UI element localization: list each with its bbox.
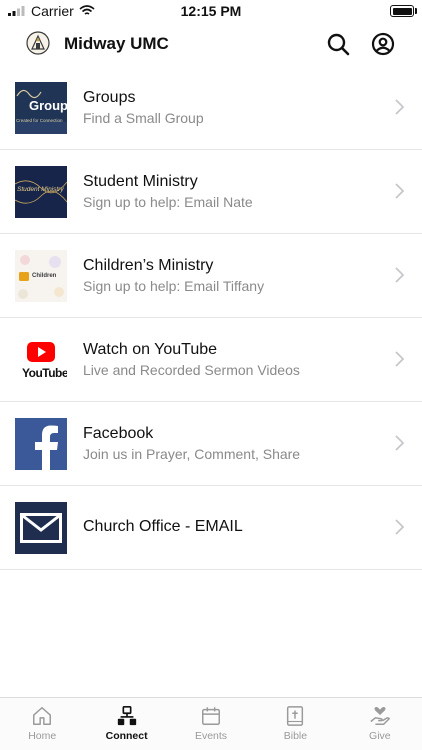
chevron-right-icon <box>395 435 404 451</box>
list-item-subtitle: Live and Recorded Sermon Videos <box>83 362 300 378</box>
connect-icon <box>117 706 136 726</box>
list-item-title: Church Office - EMAIL <box>83 518 243 535</box>
chevron-right-icon <box>395 351 404 367</box>
tab-label: Home <box>28 730 57 742</box>
facebook-thumbnail <box>15 418 67 470</box>
childrens-ministry-thumb-text: Children <box>32 273 57 279</box>
email-thumbnail <box>15 502 67 554</box>
list-item-subtitle: Sign up to help: Email Nate <box>83 194 253 210</box>
list-item-title: Watch on YouTube <box>83 341 218 358</box>
bottom-tab-bar: Home Connect Events Bible Give <box>0 697 422 750</box>
groups-thumb-caption: Created for Connection <box>16 118 63 123</box>
list-item-student-ministry[interactable]: Student Ministry Student Ministry Sign u… <box>0 150 422 234</box>
chevron-right-icon <box>395 183 404 199</box>
groups-thumbnail: Group Created for Connection <box>15 82 67 134</box>
search-icon[interactable] <box>326 32 350 56</box>
list-item-subtitle: Find a Small Group <box>83 110 204 126</box>
calendar-icon <box>202 707 220 725</box>
student-ministry-thumbnail: Student Ministry <box>15 166 67 218</box>
youtube-thumbnail: YouTube <box>15 334 67 386</box>
chevron-right-icon <box>395 99 404 115</box>
tab-connect[interactable]: Connect <box>84 698 168 750</box>
bible-icon <box>287 706 304 726</box>
tab-label: Bible <box>283 730 308 742</box>
list-item-youtube[interactable]: YouTube Watch on YouTube Live and Record… <box>0 318 422 402</box>
list-item-church-office-email[interactable]: Church Office - EMAIL <box>0 486 422 570</box>
chevron-right-icon <box>395 519 404 535</box>
status-time: 12:15 PM <box>180 3 242 19</box>
app-title: Midway UMC <box>64 34 169 53</box>
groups-thumb-text: Group <box>29 98 67 113</box>
tab-home[interactable]: Home <box>0 698 84 750</box>
tab-label: Give <box>369 730 391 742</box>
tab-label: Connect <box>105 730 148 742</box>
chevron-right-icon <box>395 267 404 283</box>
list-item-title: Groups <box>83 89 136 106</box>
battery-icon <box>390 5 417 17</box>
envelope-icon <box>15 502 67 554</box>
status-bar: Carrier 12:15 PM <box>0 0 422 22</box>
list-item-title: Children’s Ministry <box>83 257 214 274</box>
profile-icon[interactable] <box>371 32 395 56</box>
list-item-facebook[interactable]: Facebook Join us in Prayer, Comment, Sha… <box>0 402 422 486</box>
list-item-groups[interactable]: Group Created for Connection Groups Find… <box>0 66 422 150</box>
list-item-childrens-ministry[interactable]: Children Children’s Ministry Sign up to … <box>0 234 422 318</box>
list-item-title: Facebook <box>83 425 154 442</box>
childrens-ministry-thumbnail: Children <box>15 250 67 302</box>
list-item-subtitle: Join us in Prayer, Comment, Share <box>83 446 301 462</box>
tab-bible[interactable]: Bible <box>253 698 337 750</box>
list-item-subtitle: Sign up to help: Email Tiffany <box>83 278 265 294</box>
home-icon <box>33 707 52 725</box>
list-item-title: Student Ministry <box>83 173 198 190</box>
give-icon <box>370 706 390 725</box>
facebook-logo-icon <box>15 418 67 470</box>
tab-give[interactable]: Give <box>338 698 422 750</box>
student-ministry-thumb-text: Student Ministry <box>17 186 64 193</box>
app-header: Midway UMC <box>0 22 422 66</box>
youtube-thumb-text: YouTube <box>22 366 67 380</box>
church-logo-icon <box>26 31 50 55</box>
connect-list: Group Created for Connection Groups Find… <box>0 66 422 570</box>
tab-events[interactable]: Events <box>169 698 253 750</box>
tab-label: Events <box>194 730 228 742</box>
